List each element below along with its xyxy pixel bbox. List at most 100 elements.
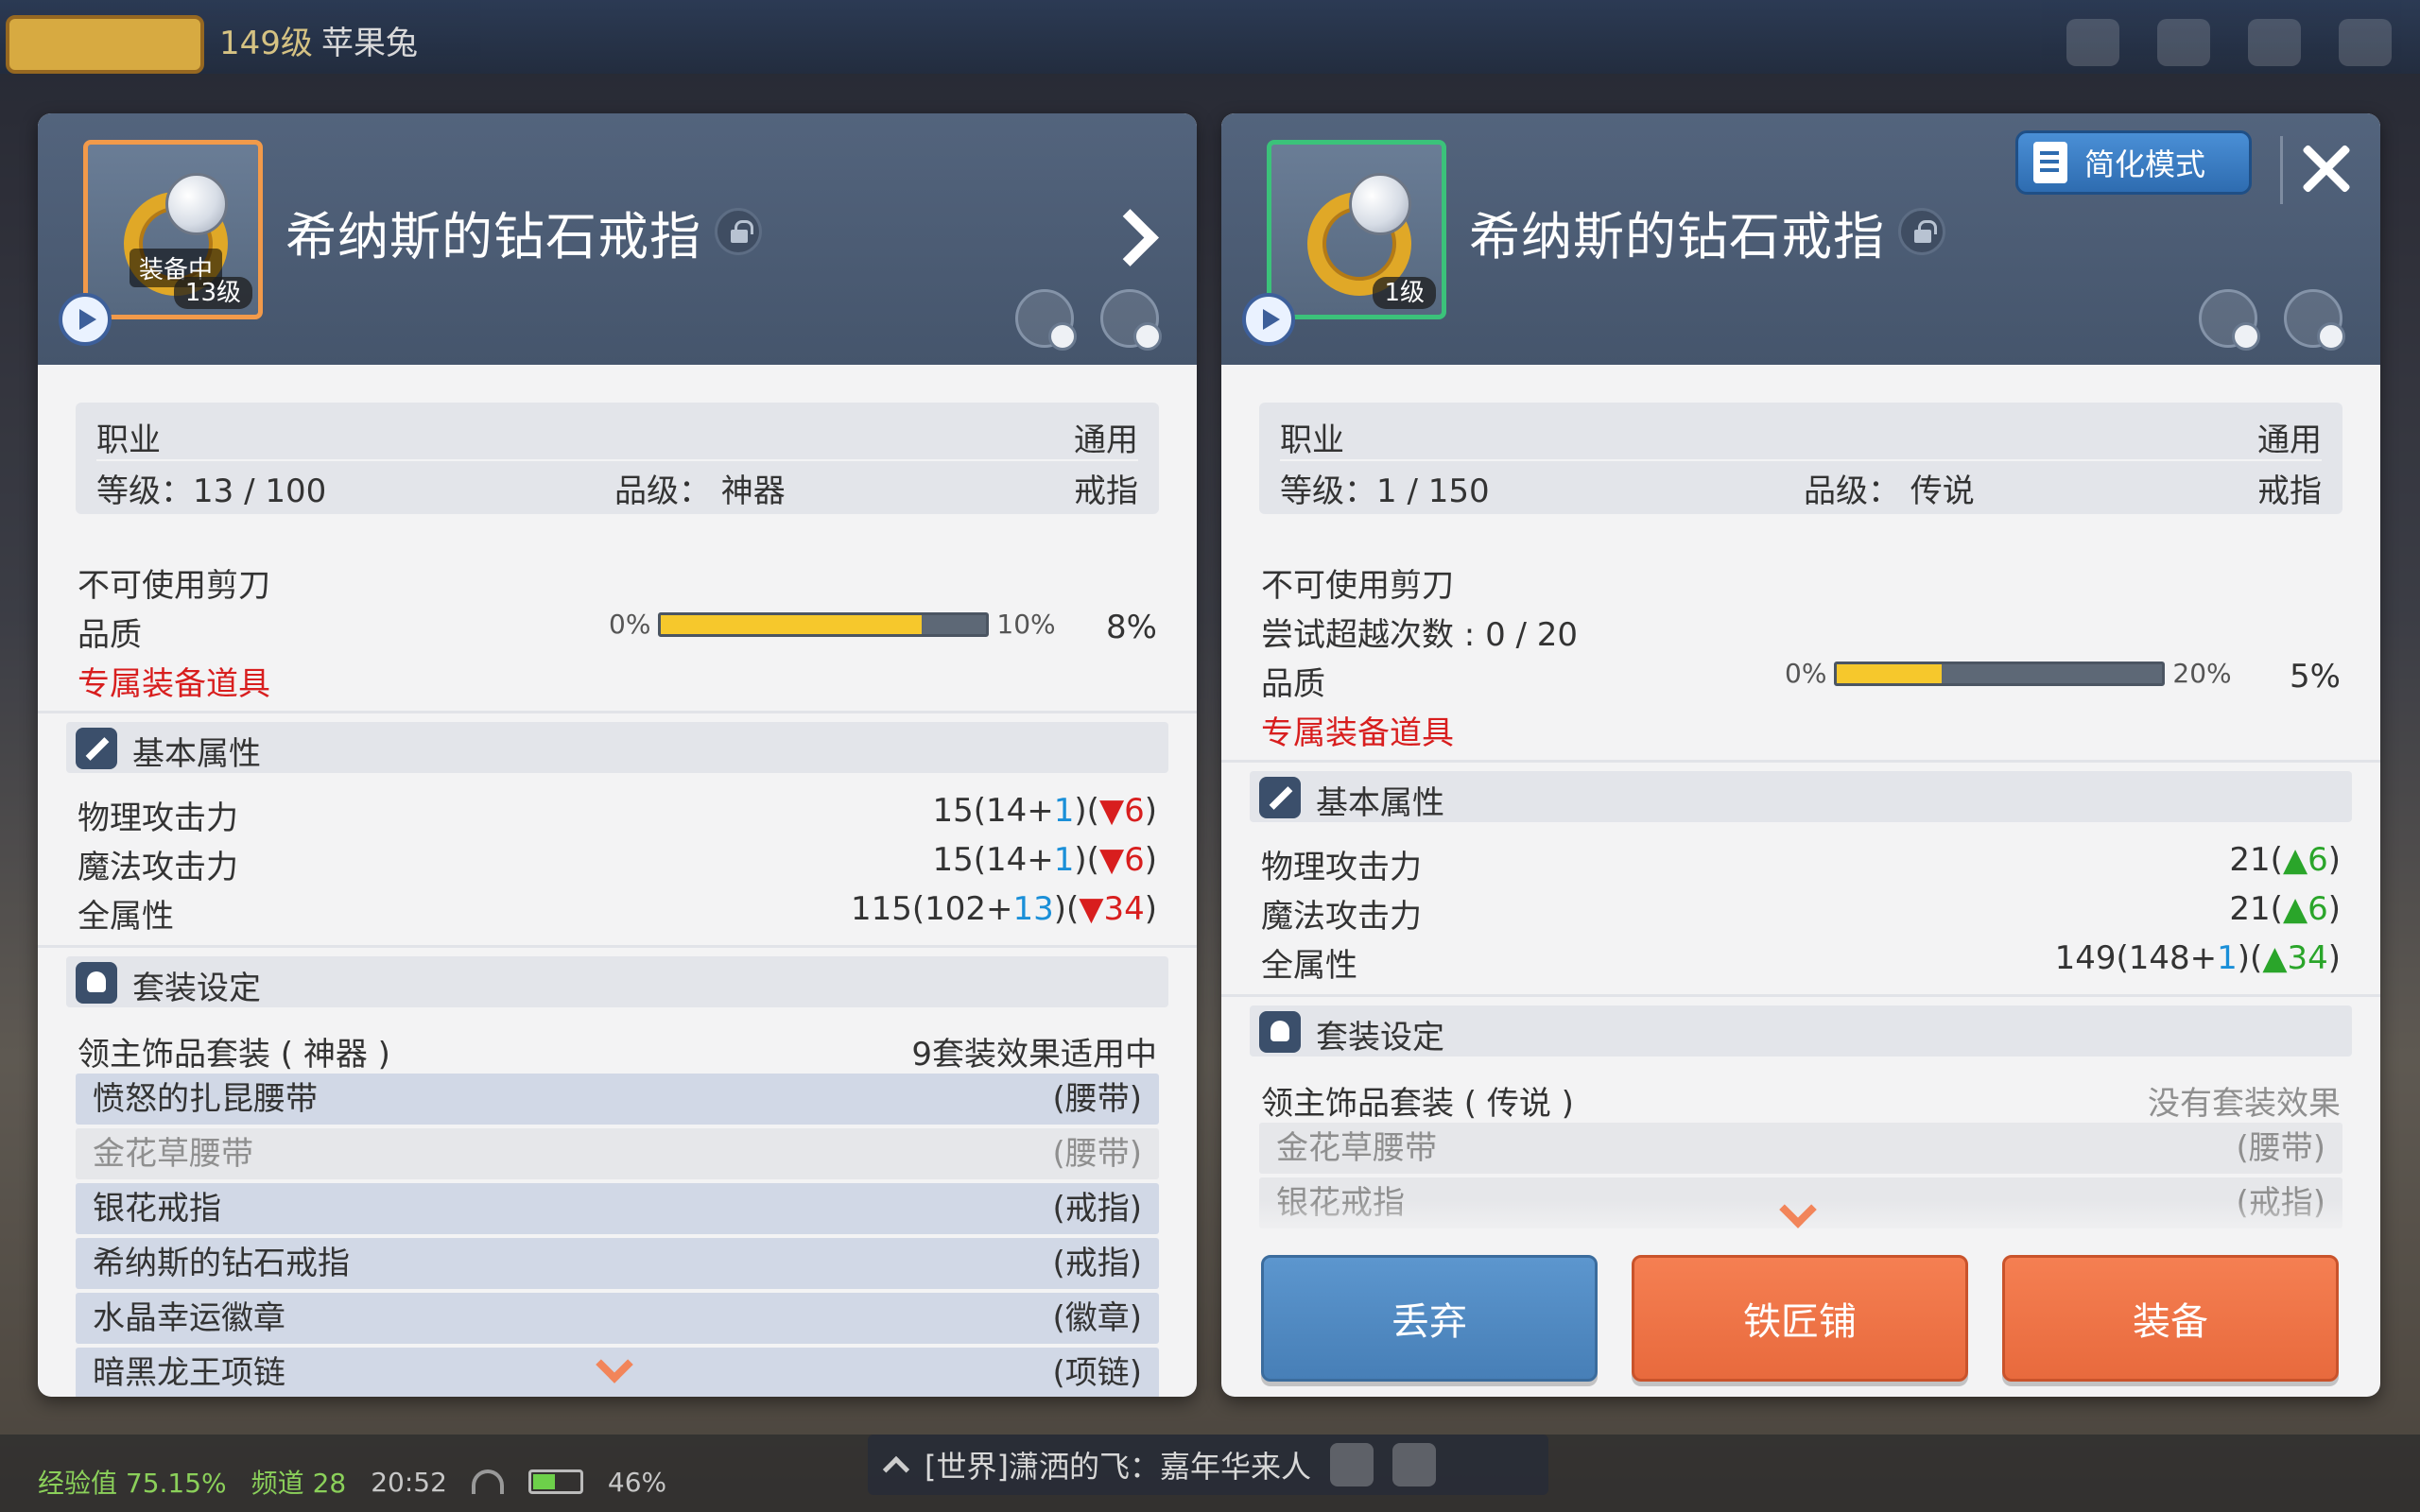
sword-icon: [76, 728, 117, 769]
equip-button[interactable]: 装备: [2002, 1255, 2339, 1382]
stat-row: 物理攻击力 21(▲6): [1261, 841, 2341, 886]
set-item-name: 希纳斯的钻石戒指: [93, 1245, 350, 1282]
qq-icon[interactable]: [2066, 19, 2119, 66]
set-item-slot: (腰带): [2236, 1129, 2325, 1167]
item-info-box: 职业 通用 等级：13 / 100 品级： 神器 戒指: [76, 403, 1159, 514]
set-item: 希纳斯的钻石戒指 (戒指): [76, 1238, 1159, 1289]
stat-label: 魔法攻击力: [1261, 898, 1422, 936]
quality-min: 0%: [1785, 658, 1827, 689]
divider: [1280, 459, 2322, 461]
stat-row: 物理攻击力 15(14+1)(▼6): [78, 792, 1158, 837]
stat-base: 21(: [2229, 890, 2283, 928]
headset-icon[interactable]: [1392, 1443, 1436, 1486]
close-icon[interactable]: [2280, 136, 2348, 204]
level-row: 等级：13 / 100 品级： 神器 戒指: [96, 465, 1138, 511]
stat-end: ): [1144, 841, 1157, 879]
job-label: 职业: [1280, 421, 1344, 459]
stat-row: 全属性 149(148+1)(▲34): [1261, 939, 2341, 985]
equipped-item-panel: 装备中 13级 希纳斯的钻石戒指 职业 通用 等级：13 / 100 品级： 神…: [38, 113, 1197, 1397]
stat-value: 21(▲6): [2229, 890, 2341, 928]
player-avatar[interactable]: [6, 15, 204, 74]
set-status: 没有套装效果: [2148, 1085, 2341, 1123]
item-icon[interactable]: 1级: [1267, 140, 1446, 319]
basic-stats-header: 基本属性: [66, 722, 1168, 773]
stat-label: 物理攻击力: [1261, 849, 1422, 886]
reset-icon[interactable]: [1100, 289, 1162, 351]
set-item-name: 银花戒指: [93, 1190, 221, 1228]
item-title: 希纳斯的钻石戒指: [285, 207, 701, 266]
job-row: 职业 通用: [1280, 414, 2322, 460]
stat-row: 全属性 115(102+13)(▼34): [78, 890, 1157, 936]
stat-value: 15(14+1)(▼6): [933, 792, 1158, 830]
panel-header: 1级 希纳斯的钻石戒指 简化模式: [1221, 113, 2380, 365]
chevron-up-icon[interactable]: [882, 1455, 910, 1484]
discard-button[interactable]: 丢弃: [1261, 1255, 1598, 1382]
lock-icon[interactable]: [1898, 208, 1945, 255]
compare-scale-icon[interactable]: [2199, 289, 2260, 351]
exclusive-text: 专属装备道具: [78, 665, 270, 703]
simple-mode-button[interactable]: 简化模式: [2015, 130, 2252, 195]
stat-base: 149(148+: [2054, 939, 2218, 977]
stat-bonus: 13: [1012, 890, 1054, 928]
set-item-slot: (腰带): [1052, 1080, 1142, 1118]
stat-diff: ▲34: [2262, 939, 2328, 977]
camera-icon[interactable]: [2157, 19, 2210, 66]
reset-icon[interactable]: [2284, 289, 2345, 351]
stat-base: 115(102+: [850, 890, 1013, 928]
stat-diff: ▲6: [2282, 841, 2328, 879]
helmet-icon: [1259, 1011, 1301, 1053]
section-title: 套装设定: [1316, 1019, 1444, 1057]
level-label: 等级：13 / 100: [96, 472, 327, 510]
job-value: 通用: [2257, 421, 2322, 459]
quality-value: 5%: [2290, 658, 2341, 696]
section-title: 基本属性: [1316, 784, 1444, 822]
next-arrow-icon[interactable]: [1102, 208, 1159, 265]
set-header: 套装设定: [1250, 1005, 2352, 1057]
quality-fill: [1837, 663, 1942, 683]
play-icon[interactable]: [1242, 293, 1295, 346]
wifi-icon: [471, 1469, 504, 1494]
stat-diff: ▲6: [2282, 890, 2328, 928]
menu-icon[interactable]: [2339, 19, 2392, 66]
stat-diff: ▼6: [1098, 792, 1145, 830]
quality-bar: 0% 10%: [609, 609, 1056, 640]
divider: [1221, 760, 2380, 763]
compare-scale-icon[interactable]: [1015, 289, 1077, 351]
set-item-slot: (项链): [1052, 1354, 1142, 1392]
stat-bonus: 1: [1053, 841, 1075, 879]
quality-max: 10%: [996, 609, 1056, 640]
set-name-row: 领主饰品套装 ( 传说 ) 没有套装效果: [1261, 1077, 2341, 1123]
stat-row: 魔法攻击力 21(▲6): [1261, 890, 2341, 936]
stat-label: 魔法攻击力: [78, 849, 238, 886]
pet-icon[interactable]: [2248, 19, 2301, 66]
job-label: 职业: [96, 421, 161, 459]
no-scissors-text: 不可使用剪刀: [1261, 567, 1454, 605]
item-icon[interactable]: 装备中 13级: [83, 140, 263, 319]
contacts-icon[interactable]: [1329, 1443, 1374, 1486]
no-scissors-text: 不可使用剪刀: [78, 567, 270, 605]
quality-row: 品质 0% 20% 5%: [1261, 658, 2341, 703]
set-item-slot: (戒指): [1052, 1245, 1142, 1282]
level-label: 等级：1 / 150: [1280, 472, 1490, 510]
stat-end: ): [1144, 792, 1157, 830]
set-item-name: 水晶幸运徽章: [93, 1299, 285, 1337]
smithy-button[interactable]: 铁匠铺: [1632, 1255, 1968, 1382]
lock-icon[interactable]: [715, 208, 762, 255]
diamond-icon: [1349, 173, 1411, 235]
level-row: 等级：1 / 150 品级： 传说 戒指: [1280, 465, 2322, 511]
set-item: 银花戒指 (戒指): [76, 1183, 1159, 1234]
stat-diff: ▼34: [1079, 890, 1145, 928]
clock-text: 20:52: [371, 1466, 447, 1498]
top-hud: 149级 苹果兔: [0, 0, 2420, 74]
document-icon: [2033, 142, 2067, 183]
player-level: 149级: [219, 25, 313, 62]
set-status: 9套装效果适用中: [911, 1036, 1157, 1074]
set-item-name: 金花草腰带: [1276, 1129, 1437, 1167]
chat-bar[interactable]: [世界]潇洒的飞：嘉年华来人: [868, 1435, 1548, 1495]
stat-value: 21(▲6): [2229, 841, 2341, 879]
item-type: 戒指: [2257, 472, 2322, 510]
panel-header: 装备中 13级 希纳斯的钻石戒指: [38, 113, 1197, 365]
set-item-name: 愤怒的扎昆腰带: [93, 1080, 318, 1118]
play-icon[interactable]: [59, 293, 112, 346]
top-right-icons: [2066, 19, 2392, 66]
